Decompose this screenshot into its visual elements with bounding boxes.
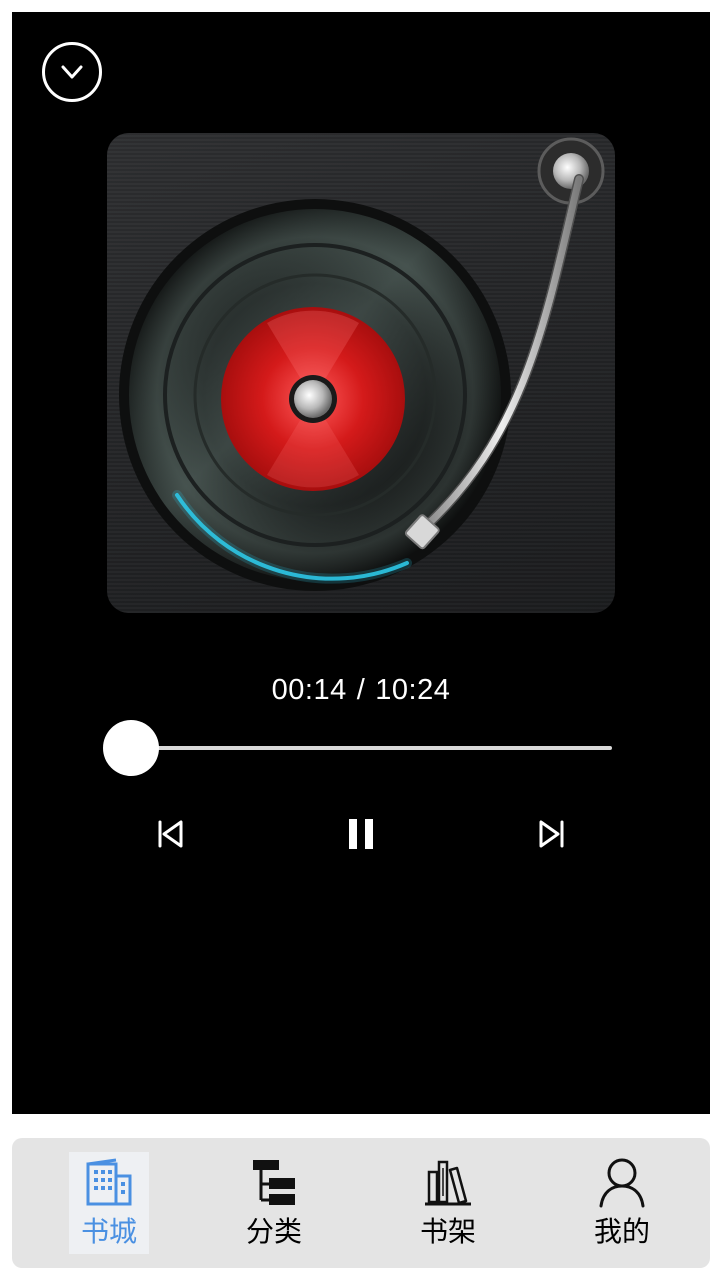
skip-previous-icon (158, 820, 183, 848)
album-cover (107, 133, 615, 613)
next-button[interactable] (532, 812, 572, 856)
playback-time: 00:14 / 10:24 (12, 674, 710, 707)
previous-button[interactable] (150, 812, 190, 856)
collapse-button[interactable] (42, 42, 102, 102)
nav-item-category[interactable]: 分类 (234, 1152, 314, 1254)
progress-slider[interactable] (92, 718, 612, 778)
progress-track[interactable] (120, 746, 612, 750)
nav-item-bookshelf[interactable]: 书架 (408, 1152, 488, 1254)
chevron-down-icon (61, 65, 83, 79)
nav-label-category: 分类 (245, 1215, 302, 1248)
category-tree-icon (253, 1160, 295, 1205)
progress-thumb[interactable] (102, 720, 159, 776)
skip-next-icon (539, 820, 564, 848)
total-time: 10:24 (375, 674, 451, 706)
nav-item-bookstore[interactable]: 书城 (69, 1152, 149, 1254)
time-separator: / (356, 674, 366, 706)
nav-label-bookshelf: 书架 (419, 1215, 476, 1248)
pause-button[interactable] (341, 812, 381, 856)
turntable-artwork (119, 137, 605, 591)
bookstore-building-icon (86, 1158, 132, 1206)
bookshelf-icon (425, 1160, 471, 1206)
nav-item-profile[interactable]: 我的 (582, 1152, 662, 1254)
bottom-navigation: 书城 分类 书架 我的 (12, 1138, 710, 1268)
user-profile-icon (599, 1158, 645, 1208)
nav-label-bookstore: 书城 (80, 1215, 137, 1248)
pause-icon (349, 819, 373, 849)
current-time: 00:14 (271, 674, 347, 706)
nav-label-profile: 我的 (593, 1215, 650, 1248)
player-screen: 00:14 / 10:24 (12, 12, 710, 1114)
